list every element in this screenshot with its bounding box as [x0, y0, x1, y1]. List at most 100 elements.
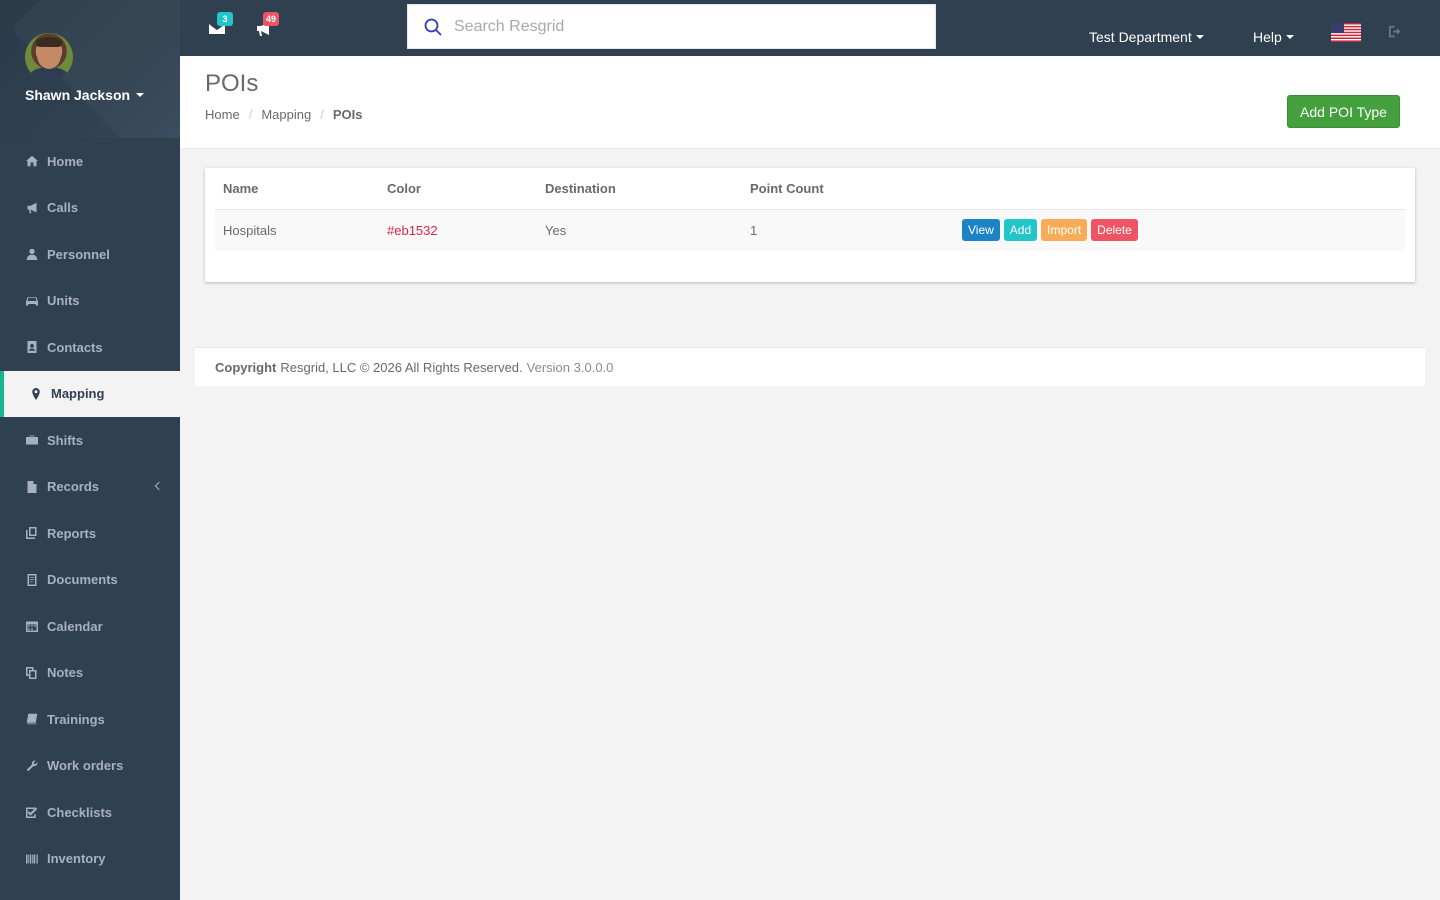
reports-icon	[25, 526, 39, 540]
sidebar-nav: Home Calls Personnel Units Contacts Mapp…	[0, 138, 180, 882]
sidebar-item-contacts[interactable]: Contacts	[0, 324, 180, 371]
bullhorn-icon	[25, 201, 39, 215]
row-actions: View Add Import Delete	[954, 209, 1405, 251]
chevron-left-icon	[154, 481, 164, 490]
sidebar-item-work-orders[interactable]: Work orders	[0, 743, 180, 790]
import-button[interactable]: Import	[1041, 219, 1088, 242]
sidebar-item-label: Shifts	[47, 432, 84, 448]
sidebar-item-label: Inventory	[47, 851, 106, 867]
sidebar-item-trainings[interactable]: Trainings	[0, 696, 180, 743]
user-menu[interactable]: Shawn Jackson	[25, 87, 145, 103]
version-text: Version 3.0.0.0	[526, 359, 614, 375]
sidebar-item-home[interactable]: Home	[0, 138, 180, 185]
sidebar-item-personnel[interactable]: Personnel	[0, 231, 180, 278]
sidebar-item-label: Units	[47, 293, 80, 309]
file-icon	[25, 480, 39, 494]
poi-point-count: 1	[742, 209, 954, 251]
poi-color: #eb1532	[379, 209, 537, 251]
breadcrumb-separator: /	[320, 107, 324, 122]
sign-out-icon	[1389, 25, 1401, 38]
sidebar-item-checklists[interactable]: Checklists	[0, 789, 180, 836]
messages-button[interactable]: 3	[209, 12, 233, 38]
table-header-row: Name Color Destination Point Count	[215, 168, 1405, 210]
logout-button[interactable]	[1389, 25, 1403, 39]
sidebar-item-label: Trainings	[47, 711, 105, 727]
briefcase-icon	[25, 433, 39, 447]
sidebar-item-documents[interactable]: Documents	[0, 557, 180, 604]
sidebar-item-label: Notes	[47, 665, 84, 681]
sidebar-item-inventory[interactable]: Inventory	[0, 836, 180, 883]
column-header-point-count[interactable]: Point Count	[742, 168, 954, 210]
poi-types-card: Name Color Destination Point Count Hospi…	[205, 168, 1415, 282]
barcode-icon	[25, 852, 39, 866]
page-header: POIs Home / Mapping / POIs Add POI Type	[180, 56, 1440, 149]
sidebar-item-label: Contacts	[47, 339, 103, 355]
user-name: Shawn Jackson	[25, 87, 131, 103]
calendar-icon	[25, 619, 39, 633]
book-icon	[25, 712, 39, 726]
department-dropdown[interactable]: Test Department	[1089, 29, 1204, 45]
page-title: POIs	[205, 70, 259, 97]
sidebar-item-label: Mapping	[51, 386, 105, 402]
sidebar-item-notes[interactable]: Notes	[0, 650, 180, 697]
table-row: Hospitals #eb1532 Yes 1 View Add Import …	[215, 209, 1405, 251]
document-icon	[25, 573, 39, 587]
sidebar-item-label: Calls	[47, 200, 79, 216]
sidebar-item-label: Reports	[47, 525, 97, 541]
top-navbar: 3 49 Test Department Help	[180, 0, 1440, 56]
add-poi-type-button[interactable]: Add POI Type	[1287, 95, 1400, 128]
column-header-name[interactable]: Name	[215, 168, 379, 210]
map-marker-icon	[29, 387, 43, 401]
truck-icon	[25, 294, 39, 308]
add-button[interactable]: Add	[1003, 219, 1038, 242]
caret-down-icon	[1195, 35, 1204, 39]
wrench-icon	[25, 759, 39, 773]
user-icon	[25, 247, 39, 261]
breadcrumb-current: POIs	[332, 107, 363, 122]
notes-icon	[25, 666, 39, 680]
poi-destination: Yes	[537, 209, 742, 251]
footer: Copyright Resgrid, LLC © 2026 All Rights…	[195, 347, 1425, 386]
sidebar-item-mapping[interactable]: Mapping	[0, 370, 180, 417]
column-header-destination[interactable]: Destination	[537, 168, 742, 210]
copyright-label: Copyright	[215, 359, 277, 375]
sidebar-item-units[interactable]: Units	[0, 278, 180, 325]
sidebar-item-reports[interactable]: Reports	[0, 510, 180, 557]
breadcrumb-mapping[interactable]: Mapping	[261, 107, 311, 122]
sidebar-item-shifts[interactable]: Shifts	[0, 417, 180, 464]
address-book-icon	[25, 340, 39, 354]
checklist-icon	[25, 805, 39, 819]
help-label: Help	[1253, 29, 1282, 45]
search-icon	[424, 18, 442, 36]
poi-types-table: Name Color Destination Point Count Hospi…	[215, 168, 1405, 251]
delete-button[interactable]: Delete	[1091, 219, 1138, 242]
home-icon	[25, 154, 39, 168]
sidebar-item-calls[interactable]: Calls	[0, 185, 180, 232]
us-flag-icon[interactable]	[1331, 23, 1361, 42]
column-header-color[interactable]: Color	[379, 168, 537, 210]
sidebar-item-calendar[interactable]: Calendar	[0, 603, 180, 650]
copyright-text: Resgrid, LLC © 2026 All Rights Reserved.	[280, 359, 523, 375]
caret-down-icon	[1285, 35, 1294, 39]
breadcrumb: Home / Mapping / POIs	[205, 107, 362, 122]
sidebar-item-label: Checklists	[47, 804, 113, 820]
poi-name: Hospitals	[215, 209, 379, 251]
department-label: Test Department	[1089, 29, 1192, 45]
search-box	[407, 4, 936, 49]
sidebar-item-label: Documents	[47, 572, 118, 588]
column-header-actions	[954, 168, 1405, 210]
avatar[interactable]	[25, 33, 73, 81]
profile-header: Shawn Jackson	[0, 0, 180, 138]
sidebar-item-records[interactable]: Records	[0, 464, 180, 511]
search-input[interactable]	[454, 17, 894, 36]
breadcrumb-separator: /	[248, 107, 253, 122]
sidebar: Shawn Jackson Home Calls Personnel Units…	[0, 0, 180, 900]
messages-badge: 3	[217, 12, 233, 26]
help-dropdown[interactable]: Help	[1253, 29, 1294, 45]
breadcrumb-home[interactable]: Home	[205, 107, 240, 122]
sidebar-item-label: Calendar	[47, 618, 103, 634]
view-button[interactable]: View	[962, 219, 1000, 242]
alerts-button[interactable]: 49	[255, 12, 280, 38]
sidebar-item-label: Records	[47, 479, 100, 495]
sidebar-item-label: Work orders	[47, 758, 124, 774]
